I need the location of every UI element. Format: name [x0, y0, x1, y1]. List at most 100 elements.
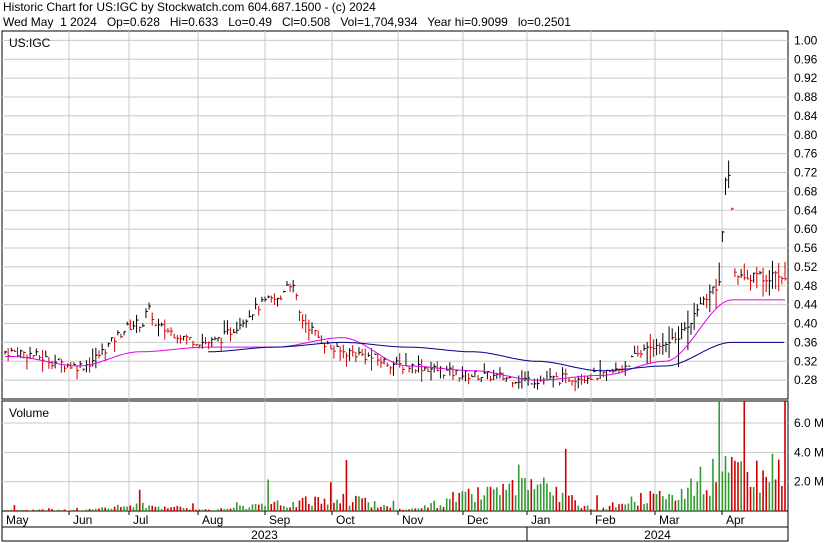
volume-bar: [514, 495, 517, 511]
volume-bar: [517, 464, 520, 511]
price-tick-label: 0.72: [794, 166, 818, 180]
price-tick-label: 0.96: [794, 52, 818, 66]
volume-panel-label: Volume: [9, 406, 49, 420]
volume-bar: [110, 508, 113, 511]
volume-bar: [496, 487, 498, 511]
volume-bar: [66, 510, 69, 511]
volume-bar: [420, 508, 423, 511]
volume-bar: [44, 510, 47, 511]
volume-bar: [13, 505, 16, 511]
month-label: Oct: [336, 513, 355, 527]
volume-bar: [690, 478, 692, 511]
volume-bar: [342, 493, 345, 511]
volume-bar: [232, 507, 235, 511]
volume-bar: [759, 492, 761, 511]
volume-bar: [411, 508, 414, 511]
price-tick-label: 0.40: [794, 317, 818, 331]
volume-bar: [662, 496, 664, 511]
volume-bar: [317, 497, 320, 511]
volume-bar: [524, 478, 526, 511]
volume-bar: [442, 507, 445, 511]
volume-bar: [477, 487, 479, 511]
volume-bar: [151, 505, 154, 511]
volume-bar: [583, 506, 586, 511]
volume-axis-labels: 6.0 M 4.0 M 2.0 M: [794, 416, 824, 489]
volume-bar: [505, 489, 508, 511]
volume-bar: [41, 509, 44, 511]
volume-bar: [339, 503, 341, 511]
volume-bar: [555, 486, 558, 511]
volume-bar: [4, 509, 6, 511]
volume-bar: [715, 482, 717, 511]
price-tick-label: 0.64: [794, 203, 818, 217]
volume-bar: [508, 483, 511, 511]
volume-bar: [248, 507, 251, 511]
volume-bar: [445, 498, 448, 511]
volume-bar: [245, 509, 248, 511]
month-label: Jun: [73, 513, 92, 527]
volume-bar: [511, 479, 514, 511]
price-panel-border: [1, 30, 789, 400]
volume-bar: [470, 494, 473, 511]
volume-bar: [671, 495, 674, 511]
volume-bar: [10, 509, 13, 511]
volume-bar: [602, 507, 605, 511]
volume-bar: [743, 401, 746, 511]
volume-bar: [627, 503, 630, 511]
volume-bar: [539, 483, 542, 511]
volume-bar: [611, 502, 614, 511]
volume-bar: [38, 509, 41, 511]
price-tick-label: 0.52: [794, 260, 818, 274]
volume-bar: [718, 401, 721, 511]
volume-bar: [264, 506, 266, 511]
volume-bar: [292, 502, 294, 511]
volume-bar: [160, 508, 163, 511]
volume-bar: [652, 493, 655, 511]
volume-bar: [417, 508, 420, 511]
volume-bar: [430, 503, 432, 511]
volume-bar: [204, 509, 207, 511]
volume-bar: [574, 500, 576, 511]
volume-bar: [643, 503, 645, 511]
volume-bar: [640, 492, 642, 511]
price-tick-label: 1.00: [794, 33, 818, 47]
volume-bar: [461, 491, 464, 511]
volume-bar: [7, 510, 9, 511]
volume-bar: [304, 496, 307, 511]
volume-bar: [254, 504, 257, 511]
volume-bar: [226, 508, 229, 511]
volume-bar: [295, 507, 298, 511]
volume-bar: [605, 509, 608, 511]
volume-bar: [693, 495, 695, 511]
volume-bar: [765, 476, 768, 511]
month-label: Dec: [467, 513, 488, 527]
volume-bar: [157, 506, 160, 511]
volume-bar: [239, 505, 241, 511]
volume-bar: [546, 483, 548, 511]
volume-bar: [35, 509, 38, 511]
volume-bar: [467, 488, 470, 511]
price-tick-label: 0.68: [794, 184, 818, 198]
price-tick-label: 0.32: [794, 354, 818, 368]
volume-bar: [633, 501, 636, 511]
volume-bar: [73, 509, 75, 511]
volume-bar: [483, 495, 486, 511]
volume-bar: [54, 510, 56, 511]
volume-bar: [433, 500, 435, 511]
volume-bar: [361, 498, 363, 511]
volume-bar: [615, 507, 617, 511]
volume-bar: [185, 508, 188, 511]
volume-bar: [95, 508, 97, 511]
volume-bar: [730, 456, 733, 511]
volume-bar: [301, 497, 304, 511]
volume-bar: [182, 507, 185, 511]
volume-bar: [261, 503, 263, 511]
volume-bar: [655, 494, 658, 511]
volume-bar: [768, 482, 771, 511]
month-label: Mar: [659, 513, 680, 527]
volume-bar: [217, 509, 219, 511]
month-label: Jul: [133, 513, 148, 527]
volume-bar: [474, 501, 476, 511]
volume-bars: [4, 401, 786, 511]
volume-bar: [593, 509, 595, 511]
